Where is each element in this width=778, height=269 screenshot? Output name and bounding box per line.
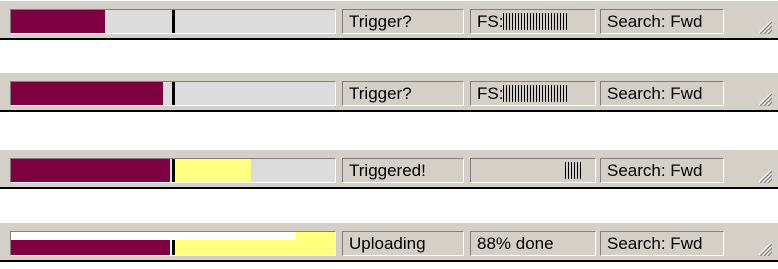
trigger-status-text: Trigger? [349, 12, 412, 31]
status-bar: Triggered! Search: Fwd [0, 149, 778, 189]
buffer-meter [10, 9, 336, 34]
search-direction-text: Search: Fwd [607, 161, 703, 180]
status-bar: Uploading 88% done Search: Fwd [0, 222, 778, 262]
search-panel: Search: Fwd [600, 9, 724, 34]
fs-tick-indicator [503, 85, 568, 102]
upload-progress-panel: 88% done [470, 231, 596, 256]
meter-buffer-fill [11, 82, 163, 105]
fs-panel: FS: [470, 81, 596, 106]
fs-tick-indicator [565, 162, 581, 179]
fs-panel: FS: [470, 9, 596, 34]
fs-panel [470, 158, 596, 183]
fs-label: FS: [477, 12, 504, 31]
search-panel: Search: Fwd [600, 231, 724, 256]
resize-grip-icon[interactable] [756, 240, 772, 256]
upload-progress-text: 88% done [477, 234, 554, 253]
trigger-status-text: Triggered! [349, 161, 426, 180]
search-panel: Search: Fwd [600, 158, 724, 183]
trigger-marker [172, 82, 175, 105]
search-direction-text: Search: Fwd [607, 84, 703, 103]
search-direction-text: Search: Fwd [607, 234, 703, 253]
fs-tick-indicator [503, 13, 568, 30]
meter-buffer-fill [11, 159, 170, 182]
buffer-meter [10, 231, 336, 256]
meter-buffer-fill [11, 10, 105, 33]
trigger-status-panel: Uploading [342, 231, 464, 256]
resize-grip-icon[interactable] [756, 18, 772, 34]
resize-grip-icon[interactable] [756, 90, 772, 106]
search-direction-text: Search: Fwd [607, 12, 703, 31]
resize-grip-icon[interactable] [756, 167, 772, 183]
buffer-meter [10, 158, 336, 183]
fs-label: FS: [477, 84, 504, 103]
status-bar: Trigger? FS: Search: Fwd [0, 0, 778, 40]
upload-progress-fill [11, 232, 296, 240]
trigger-status-panel: Triggered! [342, 158, 464, 183]
trigger-status-text: Uploading [349, 234, 426, 253]
trigger-status-text: Trigger? [349, 84, 412, 103]
search-panel: Search: Fwd [600, 81, 724, 106]
status-bar: Trigger? FS: Search: Fwd [0, 72, 778, 112]
trigger-marker [172, 159, 175, 182]
trigger-status-panel: Trigger? [342, 9, 464, 34]
meter-post-trigger-fill [175, 159, 251, 182]
trigger-status-panel: Trigger? [342, 81, 464, 106]
trigger-marker [172, 10, 175, 33]
buffer-meter [10, 81, 336, 106]
